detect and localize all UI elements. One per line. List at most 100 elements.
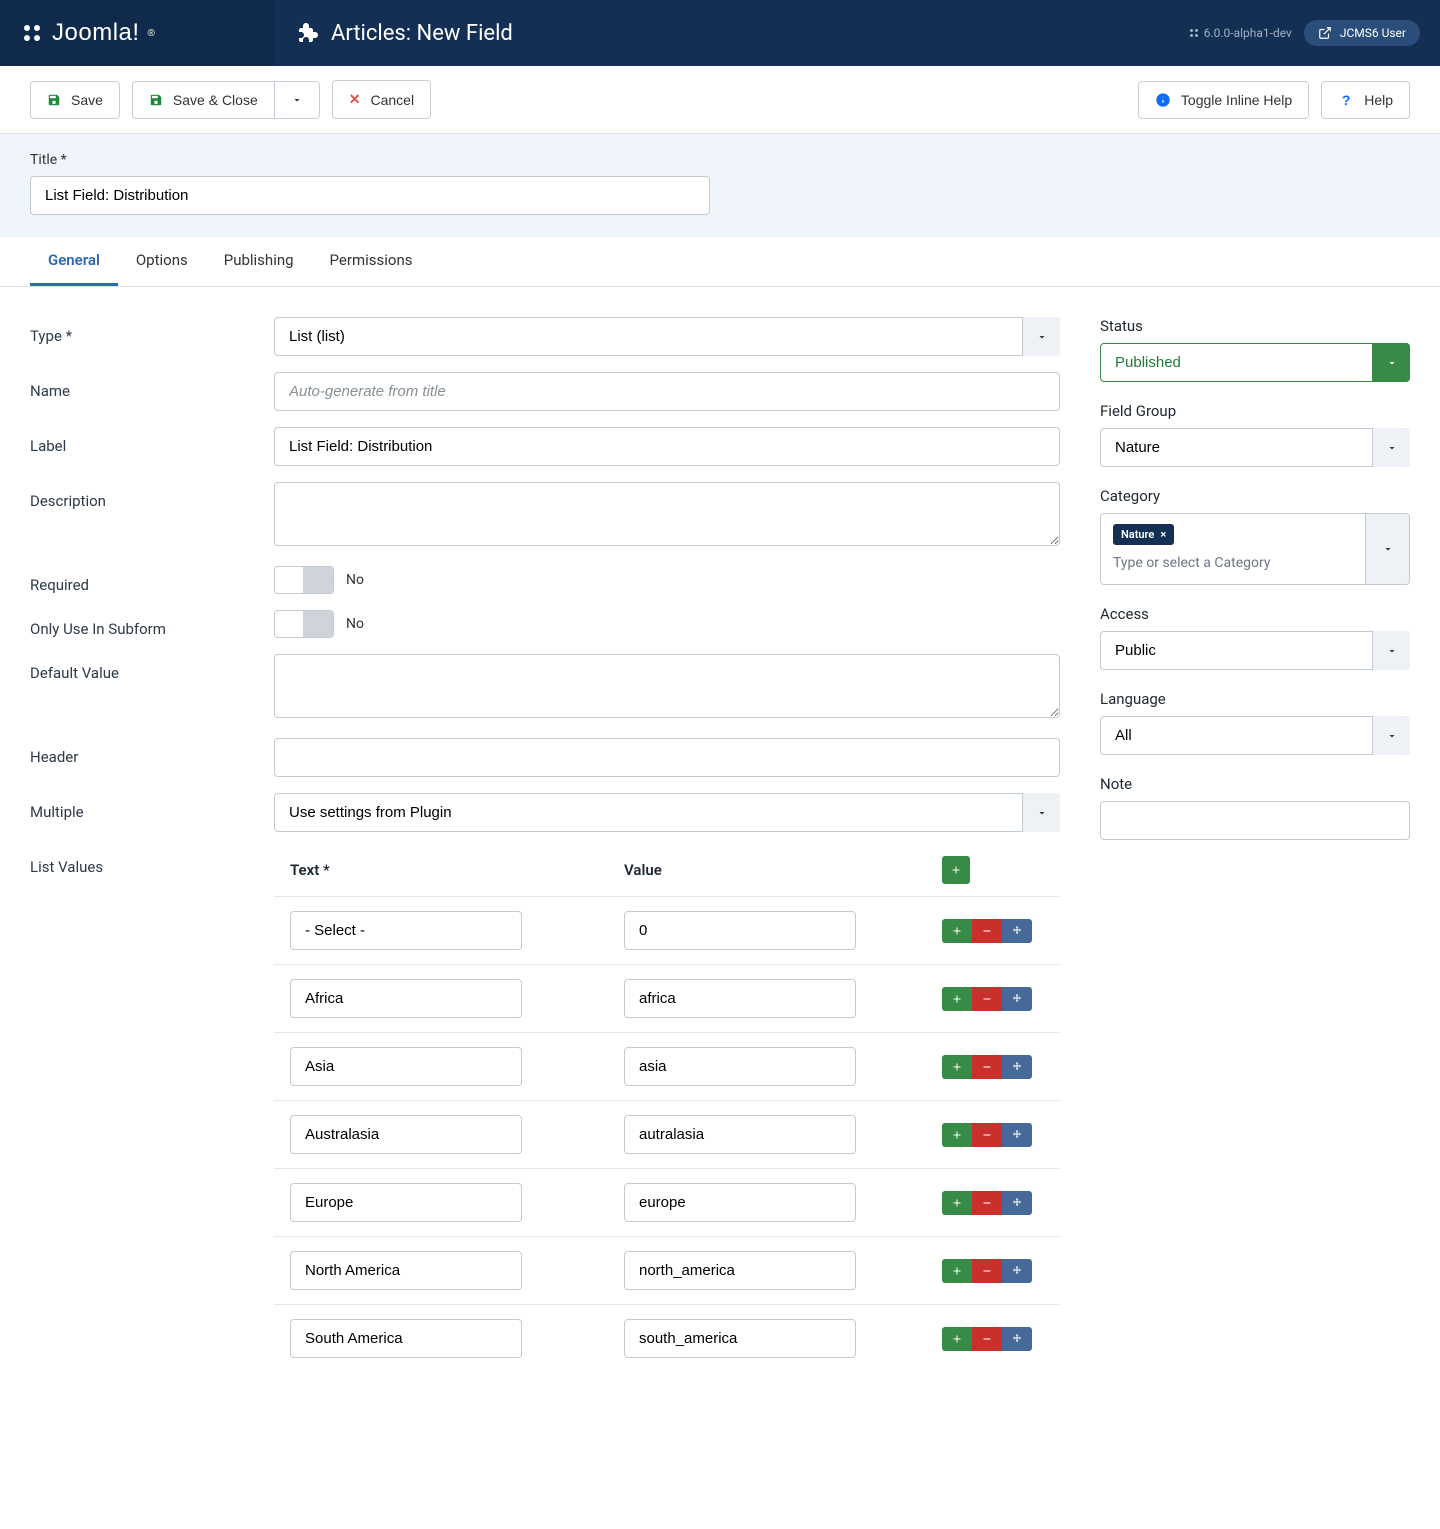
row-move-button[interactable]	[1002, 1055, 1032, 1079]
minus-icon	[981, 925, 993, 937]
note-label: Note	[1100, 775, 1410, 793]
list-value-input[interactable]	[624, 1115, 856, 1154]
save-button[interactable]: Save	[30, 81, 120, 119]
row-add-button[interactable]	[942, 1123, 972, 1147]
list-value-input[interactable]	[624, 1319, 856, 1358]
row-actions	[942, 1327, 1032, 1351]
row-add-button[interactable]	[942, 1327, 972, 1351]
type-label: Type *	[30, 317, 274, 345]
label-input[interactable]	[274, 427, 1060, 466]
name-label: Name	[30, 372, 274, 400]
list-values-label: List Values	[30, 848, 274, 876]
save-icon	[149, 93, 163, 107]
default-value-textarea[interactable]	[274, 654, 1060, 718]
multiple-label: Multiple	[30, 793, 274, 821]
list-values-header: Text * Value	[274, 848, 1060, 896]
list-row	[274, 964, 1060, 1032]
list-text-input[interactable]	[290, 1319, 522, 1358]
required-toggle[interactable]	[274, 566, 334, 594]
label-field-label: Label	[30, 427, 274, 455]
minus-icon	[981, 1197, 993, 1209]
row-move-button[interactable]	[1002, 1259, 1032, 1283]
save-dropdown-button[interactable]	[275, 81, 320, 119]
tab-general[interactable]: General	[30, 237, 118, 286]
list-value-input[interactable]	[624, 1183, 856, 1222]
list-value-input[interactable]	[624, 911, 856, 950]
list-value-input[interactable]	[624, 1251, 856, 1290]
tab-options[interactable]: Options	[118, 237, 206, 286]
help-button[interactable]: ? Help	[1321, 81, 1410, 119]
multiple-select[interactable]	[274, 793, 1060, 832]
header-input[interactable]	[274, 738, 1060, 777]
row-delete-button[interactable]	[972, 1259, 1002, 1283]
type-select[interactable]	[274, 317, 1060, 356]
row-move-button[interactable]	[1002, 1327, 1032, 1351]
user-badge[interactable]: JCMS6 User	[1304, 20, 1420, 46]
cancel-button[interactable]: ✕ Cancel	[332, 80, 431, 119]
list-add-header-button[interactable]	[942, 856, 970, 884]
status-select[interactable]	[1100, 343, 1410, 382]
list-text-input[interactable]	[290, 911, 522, 950]
required-value: No	[346, 572, 364, 588]
list-value-input[interactable]	[624, 979, 856, 1018]
access-select[interactable]	[1100, 631, 1410, 670]
move-icon	[1011, 1197, 1023, 1209]
list-text-input[interactable]	[290, 1251, 522, 1290]
tag-remove-icon[interactable]: ×	[1160, 528, 1166, 541]
note-input[interactable]	[1100, 801, 1410, 840]
required-label: Required	[30, 566, 274, 594]
language-select[interactable]	[1100, 716, 1410, 755]
tab-publishing[interactable]: Publishing	[206, 237, 312, 286]
row-delete-button[interactable]	[972, 919, 1002, 943]
row-delete-button[interactable]	[972, 1327, 1002, 1351]
plus-icon	[951, 1197, 963, 1209]
toggle-inline-help-button[interactable]: Toggle Inline Help	[1138, 81, 1309, 119]
title-input[interactable]	[30, 176, 710, 215]
tab-permissions[interactable]: Permissions	[312, 237, 431, 286]
category-select[interactable]: Nature × Type or select a Category	[1100, 513, 1410, 585]
row-actions	[942, 1259, 1032, 1283]
plus-icon	[951, 1265, 963, 1277]
chevron-down-icon	[291, 94, 303, 106]
list-value-input[interactable]	[624, 1047, 856, 1086]
list-text-input[interactable]	[290, 1183, 522, 1222]
description-textarea[interactable]	[274, 482, 1060, 546]
minus-icon	[981, 1061, 993, 1073]
save-icon	[47, 93, 61, 107]
row-add-button[interactable]	[942, 987, 972, 1011]
list-text-input[interactable]	[290, 979, 522, 1018]
subform-toggle[interactable]	[274, 610, 334, 638]
plus-icon	[951, 993, 963, 1005]
category-tag: Nature ×	[1113, 524, 1174, 545]
row-move-button[interactable]	[1002, 1123, 1032, 1147]
cancel-icon: ✕	[349, 91, 361, 108]
row-add-button[interactable]	[942, 1259, 972, 1283]
row-move-button[interactable]	[1002, 1191, 1032, 1215]
row-delete-button[interactable]	[972, 987, 1002, 1011]
subform-value: No	[346, 616, 364, 632]
row-delete-button[interactable]	[972, 1123, 1002, 1147]
field-group-select[interactable]	[1100, 428, 1410, 467]
row-add-button[interactable]	[942, 919, 972, 943]
row-move-button[interactable]	[1002, 919, 1032, 943]
row-delete-button[interactable]	[972, 1191, 1002, 1215]
info-icon	[1155, 92, 1171, 108]
default-value-label: Default Value	[30, 654, 274, 682]
list-text-input[interactable]	[290, 1047, 522, 1086]
minus-icon	[981, 1129, 993, 1141]
logo-section: Joomla!®	[0, 0, 275, 66]
help-icon: ?	[1338, 92, 1354, 108]
list-text-input[interactable]	[290, 1115, 522, 1154]
row-move-button[interactable]	[1002, 987, 1032, 1011]
plus-icon	[951, 1333, 963, 1345]
name-input[interactable]	[274, 372, 1060, 411]
row-actions	[942, 1123, 1032, 1147]
row-delete-button[interactable]	[972, 1055, 1002, 1079]
app-header: Joomla!® Articles: New Field 6.0.0-alpha…	[0, 0, 1440, 66]
row-add-button[interactable]	[942, 1055, 972, 1079]
subform-label: Only Use In Subform	[30, 610, 274, 638]
row-add-button[interactable]	[942, 1191, 972, 1215]
title-label: Title *	[30, 152, 1410, 168]
save-close-button[interactable]: Save & Close	[132, 81, 275, 119]
category-placeholder: Type or select a Category	[1113, 555, 1353, 571]
